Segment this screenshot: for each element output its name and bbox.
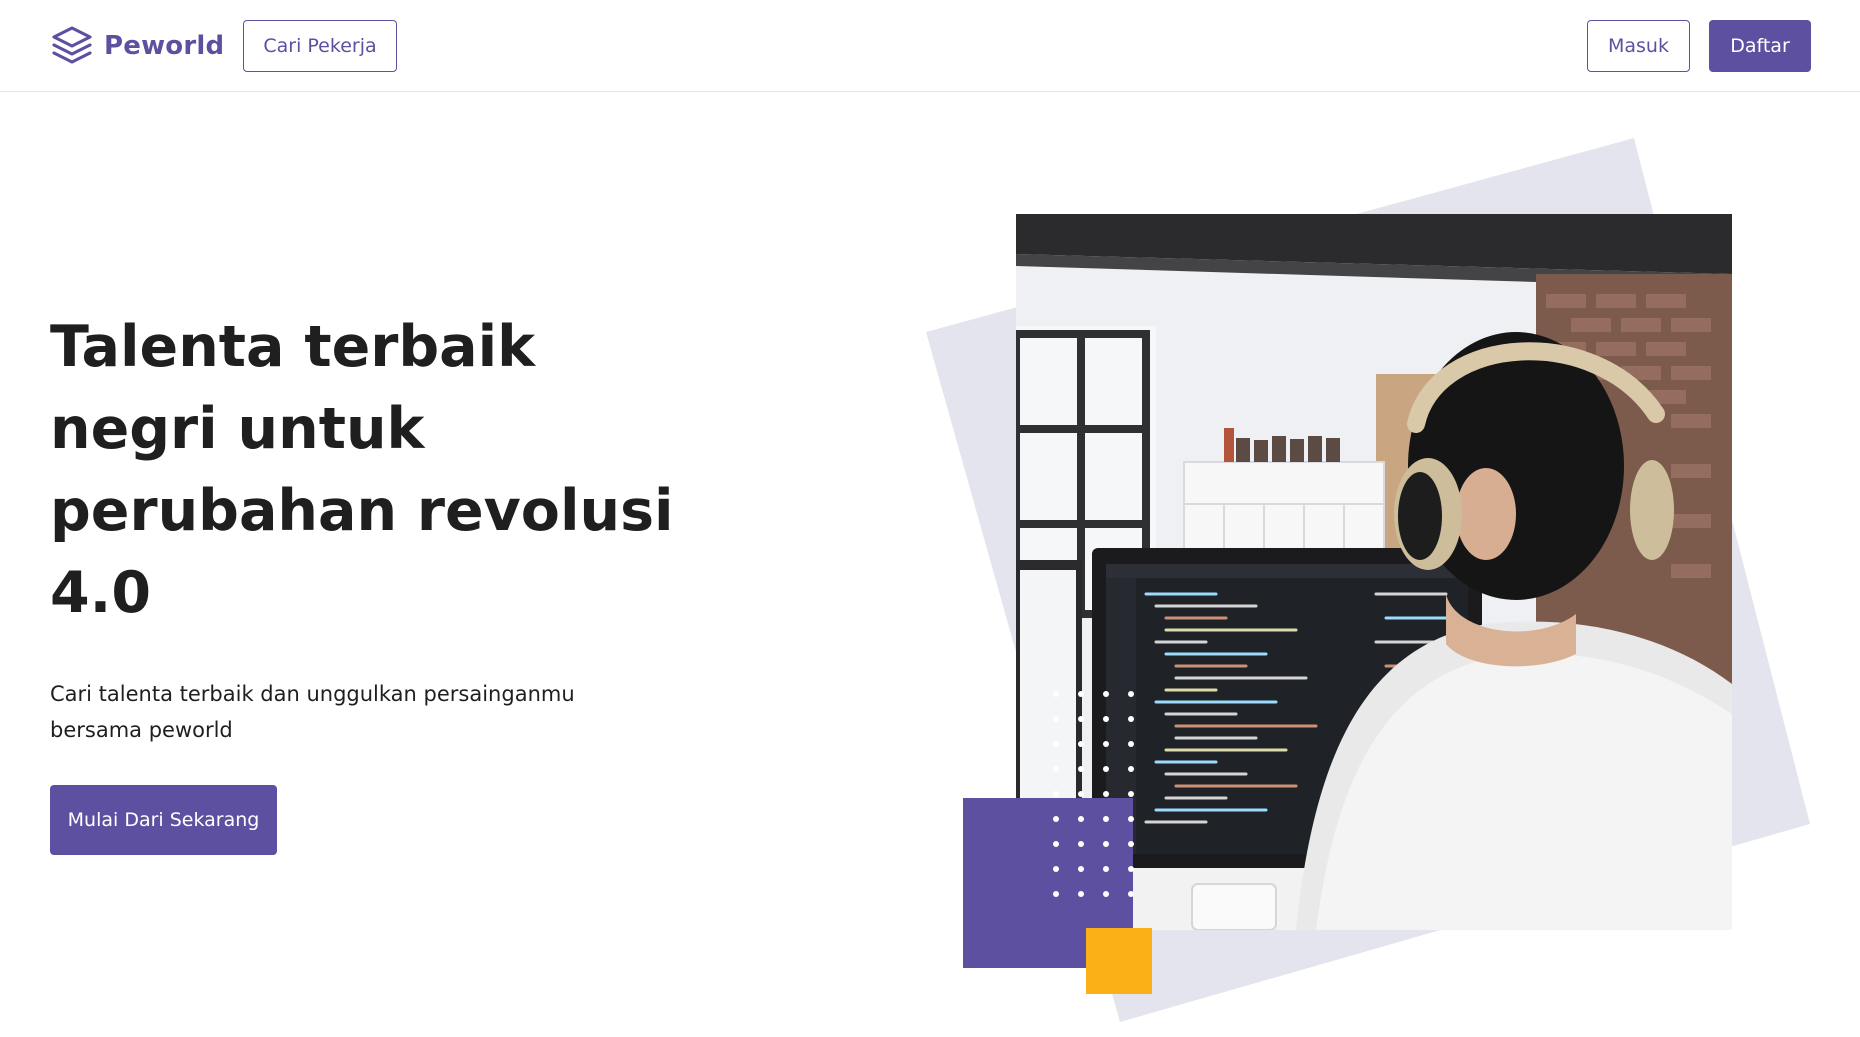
brand-name: Peworld [104,31,225,61]
login-button[interactable]: Masuk [1587,20,1690,72]
yellow-accent-square [1086,928,1152,994]
register-button[interactable]: Daftar [1709,20,1811,72]
hero-title: Talenta terbaik negri untuk perubahan re… [50,314,674,626]
hero-illustration [920,130,1820,1030]
brand-logo[interactable]: Peworld [50,24,224,68]
get-started-button[interactable]: Mulai Dari Sekarang [50,785,277,855]
layers-stack-icon [52,26,92,64]
dot-grid-decoration [1053,691,1134,897]
hero-subtitle: Cari talenta terbaik dan unggulkan persa… [50,682,575,742]
navbar: Peworld Cari Pekerja Masuk Daftar [0,0,1860,92]
find-workers-button[interactable]: Cari Pekerja [243,20,397,72]
